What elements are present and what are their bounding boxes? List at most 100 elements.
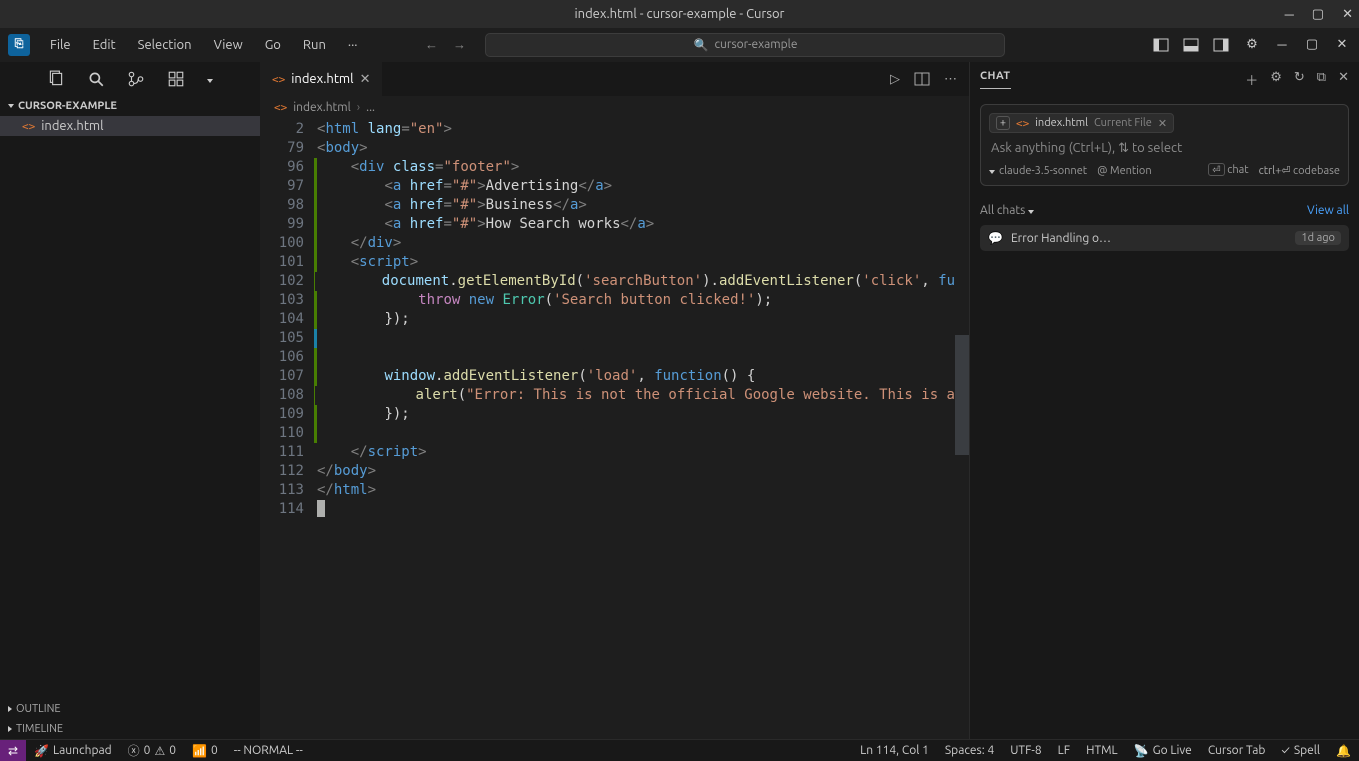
chevron-right-icon — [8, 726, 12, 732]
chat-header: CHAT ＋ ⚙ ↻ ⧉ ✕ — [970, 62, 1359, 96]
launchpad-button[interactable]: 🚀 Launchpad — [26, 744, 120, 758]
menu-selection[interactable]: Selection — [130, 34, 200, 56]
search-icon[interactable] — [87, 70, 105, 88]
split-editor-icon[interactable] — [914, 71, 930, 87]
chat-settings-icon[interactable]: ⚙ — [1270, 70, 1282, 89]
source-control-icon[interactable] — [127, 70, 145, 88]
menu-view[interactable]: View — [206, 34, 251, 56]
chat-close-button[interactable]: ✕ — [1338, 70, 1349, 89]
html-file-icon: <> — [1016, 117, 1029, 130]
layout-right-icon[interactable] — [1213, 37, 1231, 53]
indentation[interactable]: Spaces: 4 — [937, 744, 1002, 758]
html-file-icon: <> — [22, 120, 35, 133]
nav-forward-button[interactable]: → — [449, 37, 469, 52]
chevron-right-icon: › — [357, 101, 360, 114]
settings-gear-icon[interactable]: ⚙ — [1243, 37, 1261, 52]
language-mode[interactable]: HTML — [1078, 744, 1126, 758]
minimap[interactable] — [955, 118, 969, 739]
file-name: index.html — [41, 119, 103, 133]
context-chip[interactable]: + <> index.html Current File ✕ — [989, 113, 1174, 133]
layout-bottom-icon[interactable] — [1183, 37, 1201, 53]
all-chats-label[interactable]: All chats — [980, 204, 1034, 217]
menu-go[interactable]: Go — [257, 34, 289, 56]
context-file: index.html — [1035, 117, 1088, 129]
remove-context-button[interactable]: ✕ — [1158, 117, 1167, 130]
sidebar: CURSOR-EXAMPLE <> index.html OUTLINE TIM… — [0, 62, 260, 739]
view-all-link[interactable]: View all — [1307, 204, 1349, 217]
extensions-icon[interactable] — [167, 70, 185, 88]
close-window-button[interactable]: ✕ — [1342, 7, 1353, 22]
menu-overflow[interactable]: ··· — [340, 34, 366, 56]
chat-history-item[interactable]: 💬 Error Handling o… 1d ago — [980, 225, 1349, 251]
sidebar-toolbar — [0, 62, 260, 96]
editor-tab[interactable]: <> index.html ✕ — [260, 62, 383, 96]
new-chat-button[interactable]: ＋ — [1245, 70, 1258, 89]
chat-bubble-icon: 💬 — [988, 231, 1003, 245]
code-editor[interactable]: 2799697989910010110210310410510610710810… — [260, 118, 969, 739]
chevron-down-icon — [8, 104, 14, 108]
problems-button[interactable]: ⓧ0 ⚠0 — [120, 742, 184, 759]
encoding[interactable]: UTF-8 — [1002, 744, 1049, 758]
overflow-icon[interactable] — [207, 72, 213, 86]
app-minimize-button[interactable]: ─ — [1273, 37, 1291, 52]
line-gutter: 2799697989910010110210310410510610710810… — [260, 118, 314, 739]
history-time: 1d ago — [1295, 231, 1341, 245]
mention-button[interactable]: @ Mention — [1097, 165, 1152, 177]
add-context-button[interactable]: + — [996, 116, 1010, 130]
notifications-icon[interactable]: 🔔 — [1328, 744, 1359, 758]
outline-panel[interactable]: OUTLINE — [0, 699, 260, 719]
os-titlebar: index.html - cursor-example - Cursor ─ ▢… — [0, 0, 1359, 28]
chevron-right-icon — [8, 706, 12, 712]
file-tree-item[interactable]: <> index.html — [0, 116, 260, 136]
context-badge: Current File — [1094, 117, 1152, 129]
maximize-button[interactable]: ▢ — [1312, 7, 1324, 22]
breadcrumb[interactable]: <> index.html › ... — [260, 96, 969, 118]
tabs-row: <> index.html ✕ ▷ ⋯ — [260, 62, 969, 96]
nav-back-button[interactable]: ← — [421, 37, 441, 52]
explorer-files-icon[interactable] — [47, 70, 65, 88]
close-tab-button[interactable]: ✕ — [360, 72, 371, 87]
menu-file[interactable]: File — [42, 34, 79, 56]
chat-history: All chats View all 💬 Error Handling o… 1… — [970, 194, 1359, 261]
statusbar: ⇄ 🚀 Launchpad ⓧ0 ⚠0 📶 0 -- NORMAL -- Ln … — [0, 739, 1359, 761]
spell-check[interactable]: ✓ Spell — [1273, 744, 1328, 758]
timeline-panel[interactable]: TIMELINE — [0, 719, 260, 739]
tab-label: index.html — [291, 72, 353, 86]
chat-history-icon[interactable]: ↻ — [1294, 70, 1305, 89]
explorer-header[interactable]: CURSOR-EXAMPLE — [0, 96, 260, 116]
breadcrumb-trail: ... — [366, 101, 375, 114]
minimize-button[interactable]: ─ — [1285, 7, 1294, 22]
menu-edit[interactable]: Edit — [85, 34, 124, 56]
minimap-viewport[interactable] — [955, 335, 969, 455]
app-close-button[interactable]: ✕ — [1333, 37, 1351, 52]
error-icon: ⓧ — [128, 742, 140, 759]
file-tree: <> index.html — [0, 116, 260, 699]
chat-send-button[interactable]: ⏎ chat — [1208, 164, 1248, 177]
chat-input[interactable]: + <> index.html Current File ✕ Ask anyth… — [980, 104, 1349, 186]
warning-icon: ⚠ — [154, 744, 165, 758]
more-actions-icon[interactable]: ⋯ — [944, 72, 957, 87]
cursor-position[interactable]: Ln 114, Col 1 — [852, 744, 937, 758]
layout-left-icon[interactable] — [1153, 37, 1171, 53]
command-center[interactable]: 🔍 cursor-example — [485, 33, 1005, 57]
html-file-icon: <> — [272, 73, 285, 86]
eol[interactable]: LF — [1050, 744, 1078, 758]
history-title: Error Handling o… — [1011, 232, 1111, 245]
breadcrumb-file: index.html — [293, 101, 351, 114]
nav-arrows: ← → — [421, 37, 469, 52]
go-live-button[interactable]: 📡 Go Live — [1126, 744, 1200, 758]
cursor-tab[interactable]: Cursor Tab — [1200, 744, 1274, 758]
run-icon[interactable]: ▷ — [890, 72, 900, 87]
app-restore-button[interactable]: ▢ — [1303, 37, 1321, 52]
menu-run[interactable]: Run — [295, 34, 334, 56]
menubar: ⎘ FileEditSelectionViewGoRun ··· ← → 🔍 c… — [0, 28, 1359, 62]
code-content[interactable]: <html lang="en"><body> <div class="foote… — [314, 118, 955, 739]
ports-button[interactable]: 📶 0 — [184, 744, 226, 758]
chat-panel: CHAT ＋ ⚙ ↻ ⧉ ✕ + <> index.html Current F… — [969, 62, 1359, 739]
codebase-button[interactable]: ctrl+⏎ codebase — [1259, 164, 1340, 177]
html-file-icon: <> — [274, 101, 287, 114]
chat-dock-icon[interactable]: ⧉ — [1317, 70, 1326, 89]
model-selector[interactable]: claude-3.5-sonnet — [989, 165, 1087, 177]
remote-indicator[interactable]: ⇄ — [0, 740, 26, 761]
search-icon: 🔍 — [694, 38, 709, 52]
